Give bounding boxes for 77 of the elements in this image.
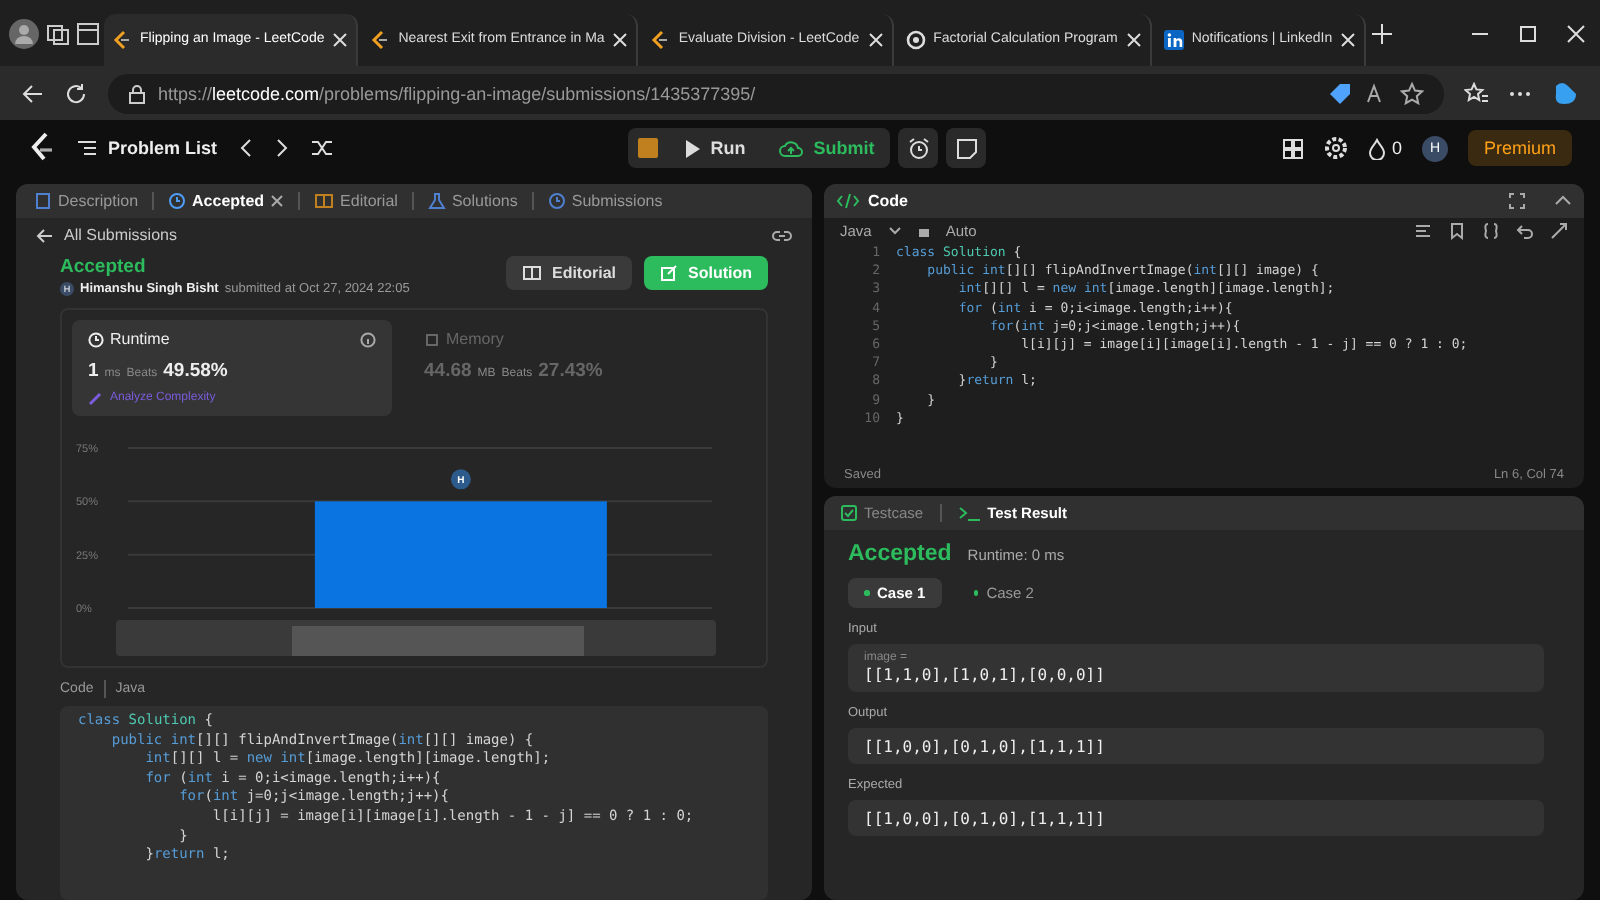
stat-value: 1: [88, 360, 99, 382]
submit-button[interactable]: Submit: [761, 128, 891, 168]
tag-icon[interactable]: [1328, 81, 1352, 105]
bookmark-icon[interactable]: [1448, 222, 1466, 240]
chevron-right-icon[interactable]: [273, 138, 290, 158]
book-icon: [314, 192, 335, 210]
collapse-icon[interactable]: [1554, 192, 1572, 210]
workspaces-icon[interactable]: [44, 21, 72, 45]
clock-icon: [168, 192, 187, 210]
clock-icon: [88, 331, 104, 347]
profile-avatar-icon[interactable]: [8, 17, 40, 49]
alarm-clock-icon: [907, 137, 930, 159]
reload-icon[interactable]: [64, 81, 88, 105]
clock-icon: [547, 192, 566, 210]
editorial-button[interactable]: Editorial: [505, 256, 632, 290]
terminal-icon: [957, 504, 982, 522]
tab-sidebar-icon[interactable]: [76, 21, 100, 45]
result-status: Accepted: [848, 542, 952, 566]
info-icon[interactable]: [360, 331, 376, 347]
url-text: https://leetcode.com/problems/flipping-an-image/submissions/1435377395/: [158, 83, 756, 103]
note-button[interactable]: [946, 128, 987, 168]
star-icon[interactable]: [1400, 81, 1424, 105]
all-submissions-link[interactable]: All Submissions: [64, 226, 177, 244]
list-icon[interactable]: [76, 138, 98, 158]
premium-button[interactable]: Premium: [1467, 130, 1572, 166]
book-icon: [521, 264, 542, 282]
note-icon: [955, 137, 978, 159]
range-scrollbar[interactable]: [116, 620, 716, 656]
chevron-left-icon[interactable]: [237, 138, 254, 158]
code-logo-icon: [370, 29, 391, 49]
flask-icon: [427, 192, 446, 210]
problem-list-link[interactable]: Problem List: [108, 138, 218, 158]
alarm-button[interactable]: [898, 128, 939, 168]
stat-value: 44.68: [424, 360, 472, 382]
panel-tab[interactable]: Submissions: [541, 192, 669, 210]
code-icon: [836, 192, 860, 210]
new-tab-icon[interactable]: [1370, 21, 1395, 45]
code-logo-icon: [650, 29, 671, 49]
panel-tab[interactable]: Accepted: [162, 192, 291, 210]
edit-icon: [660, 264, 678, 282]
expand-icon[interactable]: [1550, 222, 1568, 240]
panel-tab[interactable]: Description: [28, 192, 145, 210]
code-logo-icon: [112, 29, 132, 49]
stat-label: Runtime: [110, 330, 170, 348]
back-arrow-icon[interactable]: [20, 81, 44, 105]
beats-percent: 49.58%: [163, 360, 228, 382]
layout-grid-icon[interactable]: [1281, 137, 1304, 159]
settings-icon[interactable]: [1323, 136, 1348, 160]
expected-value: [[1,0,0],[0,1,0],[1,1,1]]: [864, 810, 1107, 828]
address-bar[interactable]: https://leetcode.com/problems/flipping-an-image/submissions/1435377395/: [108, 73, 1444, 113]
in-logo-icon: [1163, 29, 1184, 49]
panel-title: Code: [868, 192, 908, 210]
link-icon[interactable]: [772, 227, 792, 243]
checkbox-icon: [840, 504, 858, 522]
run-button[interactable]: Run: [668, 128, 762, 168]
close-icon[interactable]: [270, 194, 285, 208]
panel-tab[interactable]: Editorial: [308, 192, 404, 210]
chip-icon: [424, 331, 440, 347]
shuffle-icon[interactable]: [309, 138, 334, 158]
back-arrow-icon[interactable]: [36, 227, 54, 243]
favorites-icon[interactable]: [1464, 81, 1488, 105]
undo-icon[interactable]: [1516, 222, 1534, 240]
input-value: [[1,1,0],[1,0,1],[0,0,0]]: [864, 666, 1107, 684]
format-icon[interactable]: [1414, 222, 1432, 240]
streak-count: 0: [1391, 138, 1402, 158]
fullscreen-icon[interactable]: [1508, 192, 1526, 210]
braces-icon[interactable]: [1482, 222, 1500, 240]
play-icon: [684, 139, 701, 157]
status-text: Accepted: [60, 256, 148, 278]
document-icon: [34, 192, 52, 210]
maximize-icon[interactable]: [1516, 21, 1540, 45]
cloud-upload-icon: [777, 138, 804, 158]
panel-tab[interactable]: Solutions: [421, 192, 524, 210]
chevron-down-icon[interactable]: [887, 226, 902, 236]
output-value: [[1,0,0],[0,1,0],[1,1,1]]: [864, 738, 1107, 756]
beats-percent: 27.43%: [538, 360, 603, 382]
stat-label: Memory: [446, 330, 504, 348]
